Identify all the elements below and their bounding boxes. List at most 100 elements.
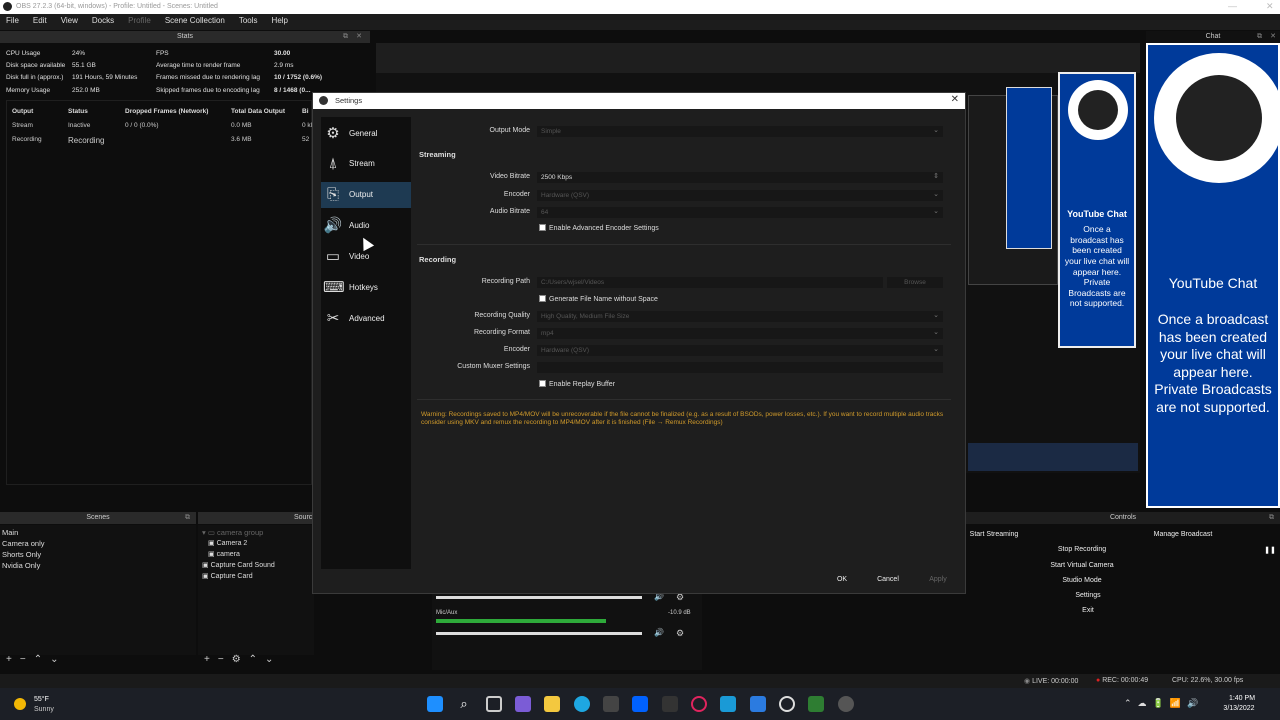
taskbar-date[interactable]: 3/13/2022 bbox=[1214, 705, 1264, 712]
col-output: Output bbox=[12, 108, 34, 115]
recording-path-input[interactable]: C:/Users/wjsel/Videos bbox=[537, 277, 883, 288]
cancel-button[interactable]: Cancel bbox=[873, 573, 903, 586]
format-select[interactable]: mp4 ⌄ bbox=[537, 328, 943, 339]
teams-icon[interactable] bbox=[515, 696, 531, 712]
remove-icon[interactable]: − bbox=[20, 654, 34, 665]
quality-select[interactable]: High Quality, Medium File Size ⌄ bbox=[537, 311, 943, 322]
dock-float-icon[interactable]: ⧉ bbox=[185, 512, 190, 524]
dock-float-icon[interactable]: ⧉ bbox=[1269, 512, 1274, 524]
menu-edit[interactable]: Edit bbox=[33, 16, 47, 28]
dock-close-icon[interactable]: ✕ bbox=[1270, 31, 1276, 43]
nav-stream[interactable]: ⍋ Stream bbox=[321, 151, 411, 177]
close-icon[interactable]: ✕ bbox=[951, 94, 959, 105]
exit-button[interactable]: Exit bbox=[1006, 607, 1170, 614]
app-icon[interactable] bbox=[779, 696, 795, 712]
remove-icon[interactable]: − bbox=[218, 654, 232, 665]
weather-temp[interactable]: 55°F bbox=[34, 696, 49, 703]
scenes-list: Main Camera only Shorts Only Nvidia Only bbox=[0, 525, 196, 655]
app-icon[interactable] bbox=[750, 696, 766, 712]
source-label: Camera 2 bbox=[216, 540, 248, 547]
nav-general[interactable]: ⚙ General bbox=[321, 121, 411, 147]
gear-icon[interactable]: ⚙ bbox=[232, 654, 249, 665]
dock-float-icon[interactable]: ⧉ bbox=[343, 31, 348, 43]
move-down-icon[interactable]: ⌄ bbox=[50, 654, 66, 665]
move-up-icon[interactable]: ⌃ bbox=[249, 654, 265, 665]
output-mode-select[interactable]: Simple ⌄ bbox=[537, 126, 943, 137]
move-down-icon[interactable]: ⌄ bbox=[265, 654, 281, 665]
apply-button[interactable]: Apply bbox=[923, 573, 953, 586]
system-tray[interactable]: ⌃☁🔋📶🔊 bbox=[1124, 698, 1204, 709]
rec-encoder-select[interactable]: Hardware (QSV) ⌄ bbox=[537, 345, 943, 356]
app-icon[interactable] bbox=[691, 696, 707, 712]
windows-start-icon[interactable] bbox=[427, 696, 443, 712]
edge-icon[interactable] bbox=[574, 696, 590, 712]
list-item[interactable]: ▣ Capture Card Sound bbox=[202, 561, 275, 569]
store-icon[interactable] bbox=[603, 696, 619, 712]
menu-scene-collection[interactable]: Scene Collection bbox=[165, 16, 225, 28]
list-item[interactable]: Main bbox=[2, 528, 18, 537]
replay-buffer-checkbox[interactable]: Enable Replay Buffer bbox=[539, 380, 615, 388]
volume-slider[interactable] bbox=[436, 596, 642, 599]
menu-docks[interactable]: Docks bbox=[92, 16, 114, 28]
table-row-stream-output: Stream bbox=[12, 122, 33, 129]
ok-button[interactable]: OK bbox=[831, 573, 853, 586]
gen-filename-checkbox[interactable]: Generate File Name without Space bbox=[539, 295, 658, 303]
add-icon[interactable]: + bbox=[6, 654, 20, 665]
nav-advanced[interactable]: ✂ Advanced bbox=[321, 306, 411, 332]
list-item[interactable]: ▾ ▭ camera group bbox=[202, 528, 263, 537]
mic-volume-slider[interactable] bbox=[436, 632, 642, 635]
adv-encoder-checkbox[interactable]: Enable Advanced Encoder Settings bbox=[539, 224, 659, 232]
menu-view[interactable]: View bbox=[61, 16, 78, 28]
list-item[interactable]: Shorts Only bbox=[2, 550, 41, 559]
dock-float-icon[interactable]: ⧉ bbox=[1257, 31, 1262, 43]
studio-mode-button[interactable]: Studio Mode bbox=[1006, 577, 1158, 584]
list-item[interactable]: ▣ camera bbox=[208, 550, 240, 558]
app-icon[interactable] bbox=[662, 696, 678, 712]
quality-value: High Quality, Medium File Size bbox=[541, 313, 630, 320]
task-view-icon[interactable] bbox=[486, 696, 502, 712]
taskbar-time[interactable]: 1:40 PM bbox=[1222, 695, 1262, 702]
menu-help[interactable]: Help bbox=[272, 16, 288, 28]
list-item[interactable]: Camera only bbox=[2, 539, 45, 548]
dock-close-icon[interactable]: ✕ bbox=[356, 31, 362, 43]
stream-encoder-select[interactable]: Hardware (QSV) ⌄ bbox=[537, 190, 943, 201]
stream-encoder-value: Hardware (QSV) bbox=[541, 192, 590, 199]
pause-icon[interactable]: ❚❚ bbox=[1264, 546, 1276, 554]
audio-bitrate-select[interactable]: 64 ⌄ bbox=[537, 207, 943, 218]
settings-button[interactable]: Settings bbox=[1006, 592, 1170, 599]
spinner-icon[interactable]: ⇕ bbox=[933, 172, 939, 180]
search-icon[interactable]: ⌕ bbox=[456, 696, 472, 712]
start-streaming-button[interactable]: Start Streaming bbox=[966, 531, 1022, 538]
list-item[interactable]: Nvidia Only bbox=[2, 561, 40, 570]
obs-taskbar-icon[interactable] bbox=[838, 696, 854, 712]
excel-icon[interactable] bbox=[808, 696, 824, 712]
checkbox-box bbox=[539, 295, 546, 302]
source-label: Capture Card bbox=[210, 573, 253, 580]
menu-file[interactable]: File bbox=[6, 16, 19, 28]
start-virtual-camera-button[interactable]: Start Virtual Camera bbox=[1006, 562, 1158, 569]
menu-tools[interactable]: Tools bbox=[239, 16, 258, 28]
move-up-icon[interactable]: ⌃ bbox=[34, 654, 50, 665]
speaker-icon[interactable]: 🔊 bbox=[654, 628, 664, 637]
minimize-icon[interactable]: — bbox=[1228, 1, 1237, 11]
file-explorer-icon[interactable] bbox=[544, 696, 560, 712]
video-bitrate-input[interactable]: 2500 Kbps ⇕ bbox=[537, 172, 943, 183]
weather-desc[interactable]: Sunny bbox=[34, 706, 54, 713]
stop-recording-button[interactable]: Stop Recording bbox=[1006, 546, 1158, 553]
close-window-icon[interactable]: ✕ bbox=[1266, 1, 1274, 12]
browse-button[interactable]: Browse bbox=[887, 277, 943, 288]
disk-value: 55.1 GB bbox=[72, 62, 96, 69]
nav-hotkeys[interactable]: ⌨ Hotkeys bbox=[321, 275, 411, 301]
muxer-label: Custom Muxer Settings bbox=[457, 363, 530, 370]
dropbox-icon[interactable] bbox=[632, 696, 648, 712]
list-item[interactable]: ▣ Camera 2 bbox=[208, 539, 247, 547]
scenes-toolbar: +−⌃⌄ bbox=[6, 654, 66, 665]
manage-broadcast-button[interactable]: Manage Broadcast bbox=[1146, 531, 1220, 538]
list-item[interactable]: ▣ Capture Card bbox=[202, 572, 253, 580]
menu-profile[interactable]: Profile bbox=[128, 16, 151, 28]
app-icon[interactable] bbox=[720, 696, 736, 712]
add-icon[interactable]: + bbox=[204, 654, 218, 665]
nav-output[interactable]: ⎘ Output bbox=[321, 182, 411, 208]
gear-icon[interactable]: ⚙ bbox=[676, 628, 684, 639]
muxer-input[interactable] bbox=[537, 362, 943, 373]
